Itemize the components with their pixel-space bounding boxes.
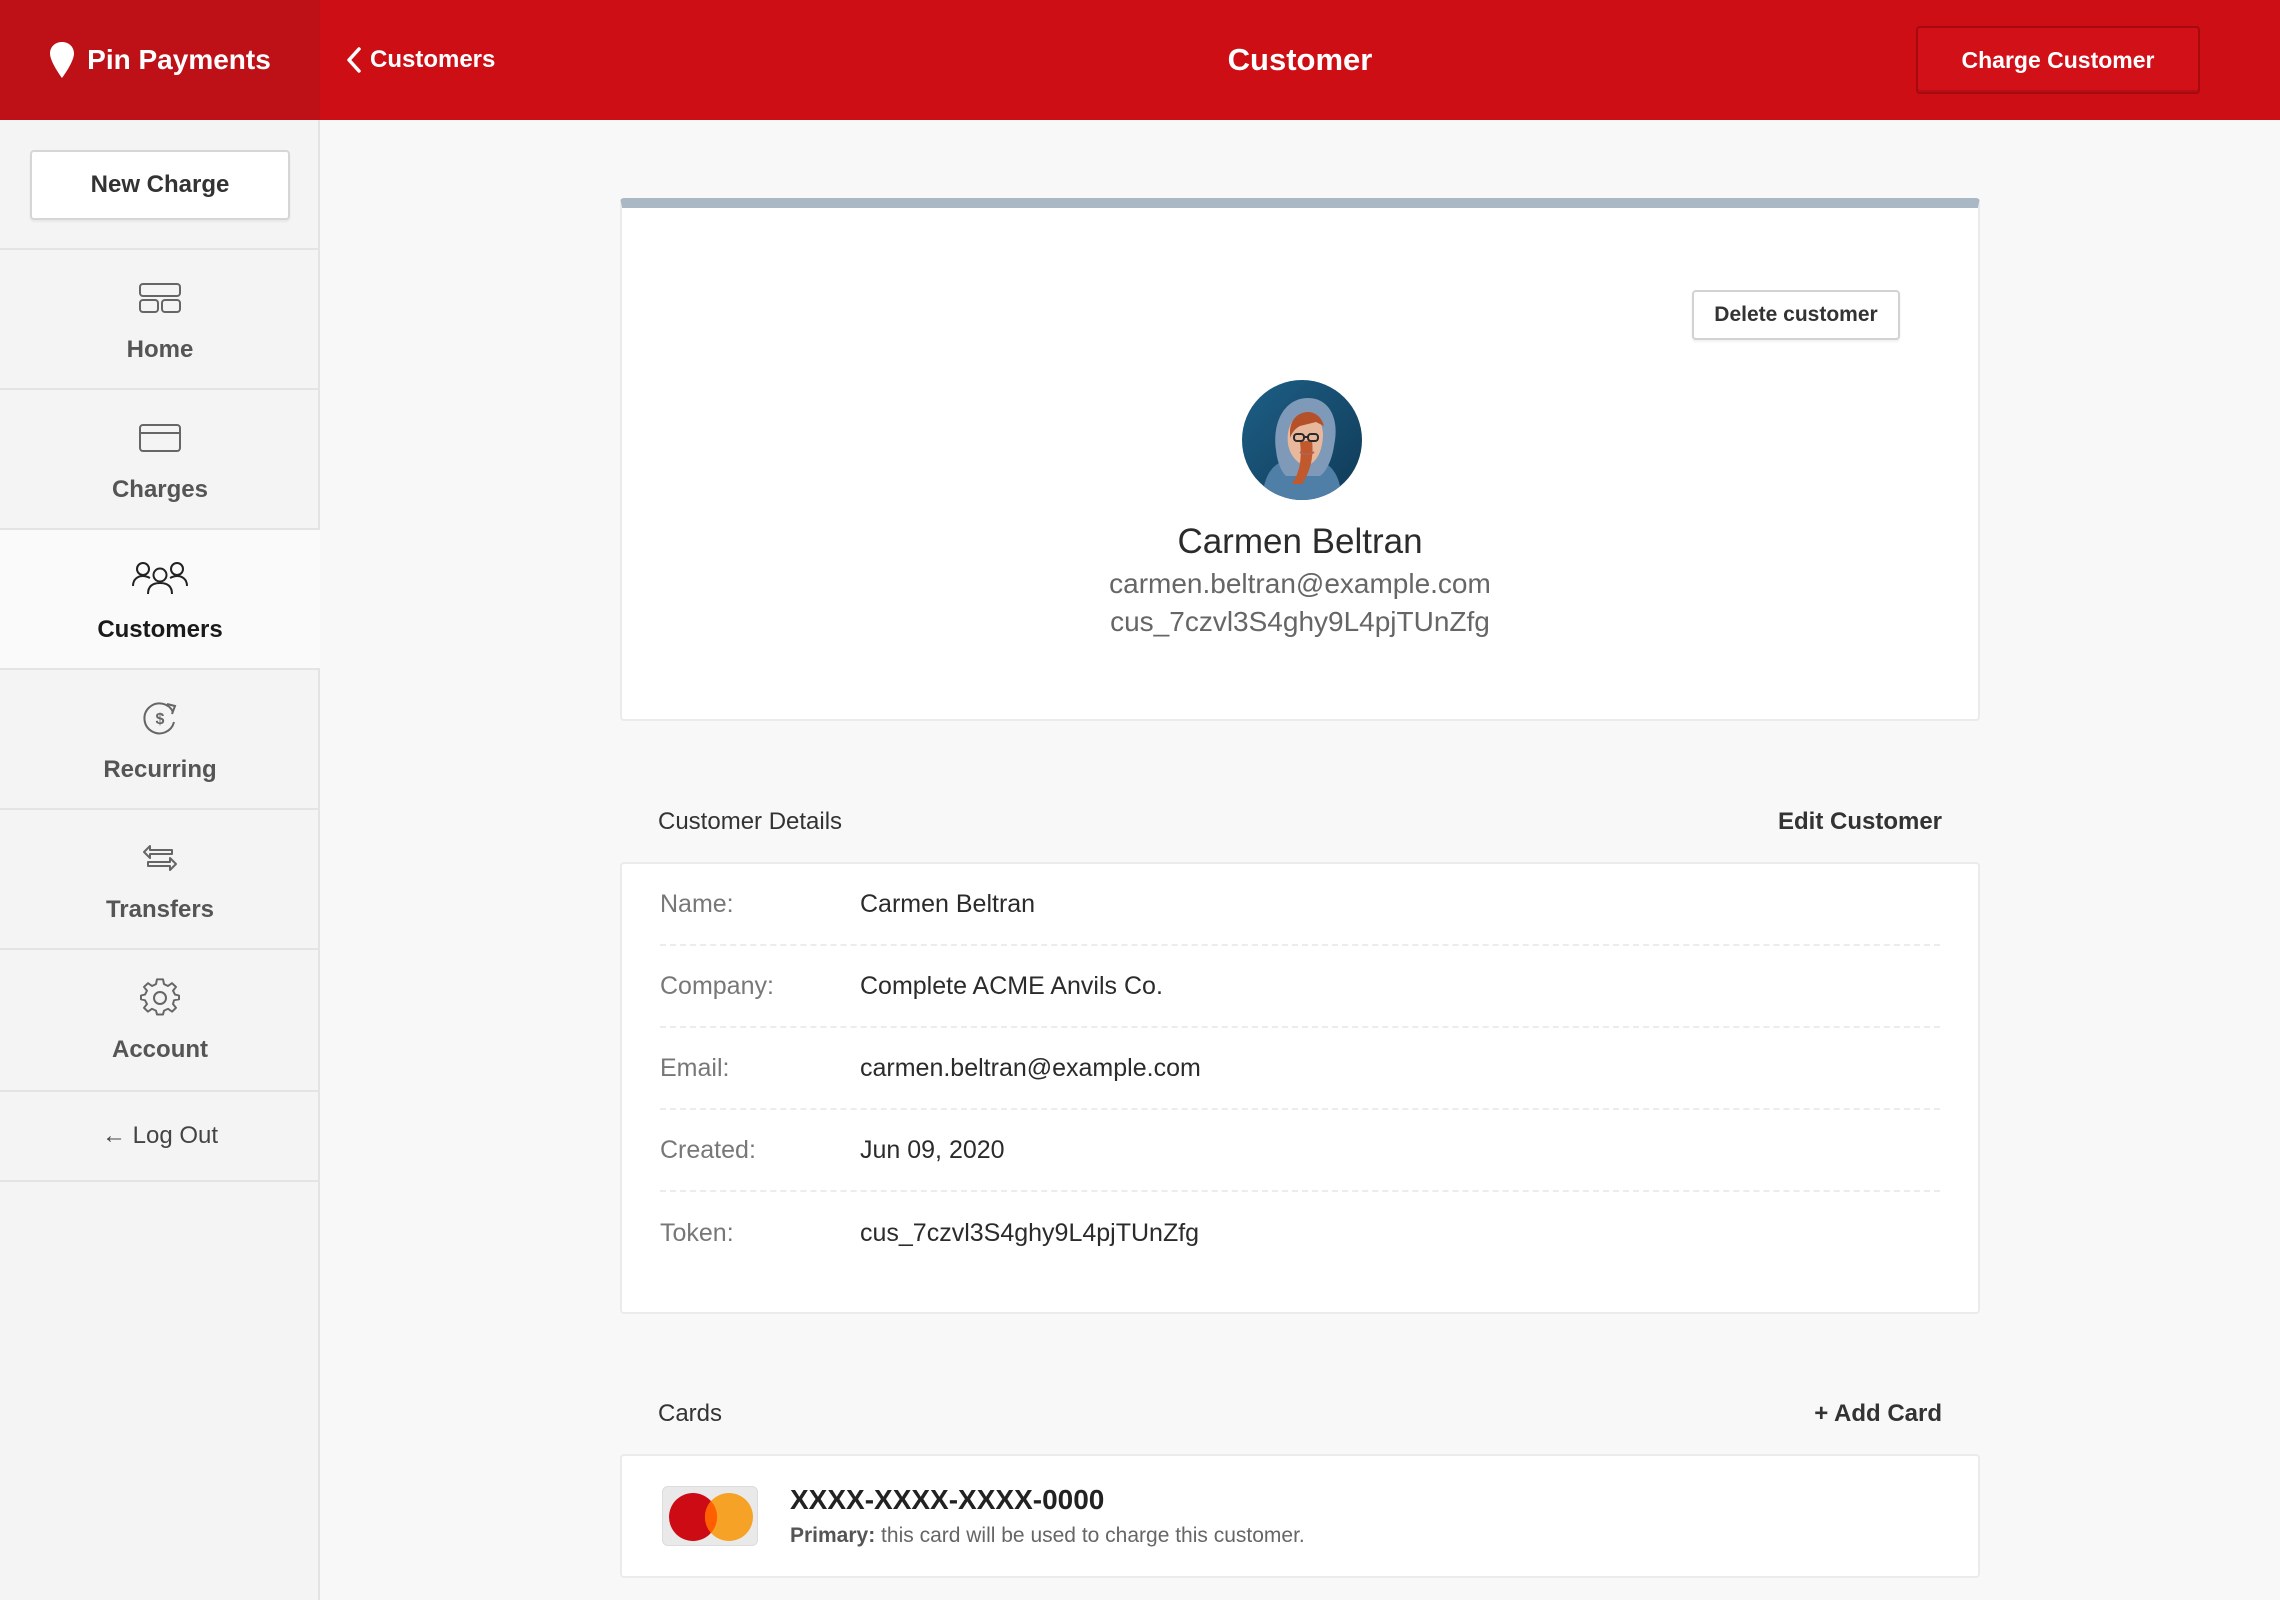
chevron-left-icon: [347, 47, 361, 73]
back-to-customers-link[interactable]: Customers: [346, 0, 495, 120]
users-icon: [131, 558, 189, 598]
detail-key: Name:: [660, 889, 734, 918]
detail-value: Carmen Beltran: [860, 889, 1036, 918]
detail-key: Email:: [660, 1053, 730, 1082]
sidebar-item-label: Recurring: [103, 756, 217, 783]
card-primary-note: Primary: this card will be used to charg…: [790, 1524, 1305, 1548]
brand-logo[interactable]: Pin Payments: [0, 0, 320, 120]
avatar: [1242, 380, 1362, 500]
customer-profile-card: Delete customer Carmen Beltran carmen.be…: [620, 198, 1980, 721]
sidebar-item-home[interactable]: Home: [0, 248, 320, 388]
recurring-dollar-icon: $: [140, 698, 180, 738]
card-icon: [138, 418, 182, 458]
sidebar: New Charge Home Charges Customers $ Recu…: [0, 120, 320, 1600]
customer-token: cus_7czvl3S4ghy9L4pjTUnZfg: [1110, 606, 1490, 637]
sidebar-item-label: Account: [112, 1036, 208, 1063]
delete-customer-button[interactable]: Delete customer: [1692, 290, 1900, 340]
sidebar-item-recurring[interactable]: $ Recurring: [0, 668, 320, 808]
pin-icon: [50, 42, 75, 78]
detail-row-created: Created: Jun 09, 2020: [660, 1110, 1940, 1192]
detail-key: Created:: [660, 1135, 756, 1164]
customer-details-header: Customer Details Edit Customer: [620, 792, 1980, 852]
back-link-label: Customers: [370, 46, 496, 73]
detail-row-name: Name: Carmen Beltran: [660, 864, 1940, 946]
logout-link[interactable]: ← Log Out: [0, 1090, 320, 1182]
detail-row-email: Email: carmen.beltran@example.com: [660, 1028, 1940, 1110]
new-charge-button[interactable]: New Charge: [30, 150, 290, 220]
edit-customer-link[interactable]: Edit Customer: [1778, 808, 1942, 836]
customer-email: carmen.beltran@example.com: [1109, 568, 1491, 599]
detail-key: Token:: [660, 1218, 734, 1247]
customer-name: Carmen Beltran: [1177, 522, 1423, 561]
card-number: XXXX-XXXX-XXXX-0000: [790, 1484, 1105, 1515]
transfer-arrows-icon: [142, 838, 178, 878]
cards-header: Cards + Add Card: [620, 1384, 1980, 1444]
detail-row-company: Company: Complete ACME Anvils Co.: [660, 946, 1940, 1028]
sidebar-item-label: Transfers: [105, 896, 215, 923]
detail-value: Jun 09, 2020: [860, 1135, 1005, 1164]
primary-label: Primary:: [790, 1524, 876, 1547]
detail-value: Complete ACME Anvils Co.: [860, 971, 1163, 1000]
detail-row-token: Token: cus_7czvl3S4ghy9L4pjTUnZfg: [660, 1192, 1940, 1274]
mastercard-icon: [662, 1486, 758, 1546]
gear-icon: [140, 978, 180, 1018]
detail-value: cus_7czvl3S4ghy9L4pjTUnZfg: [860, 1218, 1200, 1247]
svg-text:$: $: [156, 711, 165, 728]
home-icon: [138, 278, 182, 318]
primary-note-text: this card will be used to charge this cu…: [875, 1524, 1305, 1547]
section-title: Customer Details: [658, 808, 843, 835]
charge-customer-button[interactable]: Charge Customer: [1916, 26, 2200, 94]
card-list-item[interactable]: XXXX-XXXX-XXXX-0000 Primary: this card w…: [620, 1454, 1980, 1578]
sidebar-item-label: Customers: [97, 616, 223, 643]
sidebar-item-label: Charges: [111, 476, 209, 503]
section-title: Cards: [658, 1400, 723, 1427]
add-card-link[interactable]: + Add Card: [1814, 1400, 1942, 1428]
sidebar-item-label: Home: [126, 336, 194, 363]
brand-name: Pin Payments: [87, 44, 271, 75]
top-bar: Pin Payments Customers Customer Charge C…: [0, 0, 2280, 120]
sidebar-item-account[interactable]: Account: [0, 948, 320, 1088]
customer-details-card: Name: Carmen Beltran Company: Complete A…: [620, 862, 1980, 1314]
detail-key: Company:: [660, 971, 774, 1000]
sidebar-item-customers[interactable]: Customers: [0, 528, 320, 668]
sidebar-item-charges[interactable]: Charges: [0, 388, 320, 528]
sidebar-item-transfers[interactable]: Transfers: [0, 808, 320, 948]
detail-value: carmen.beltran@example.com: [860, 1053, 1201, 1082]
